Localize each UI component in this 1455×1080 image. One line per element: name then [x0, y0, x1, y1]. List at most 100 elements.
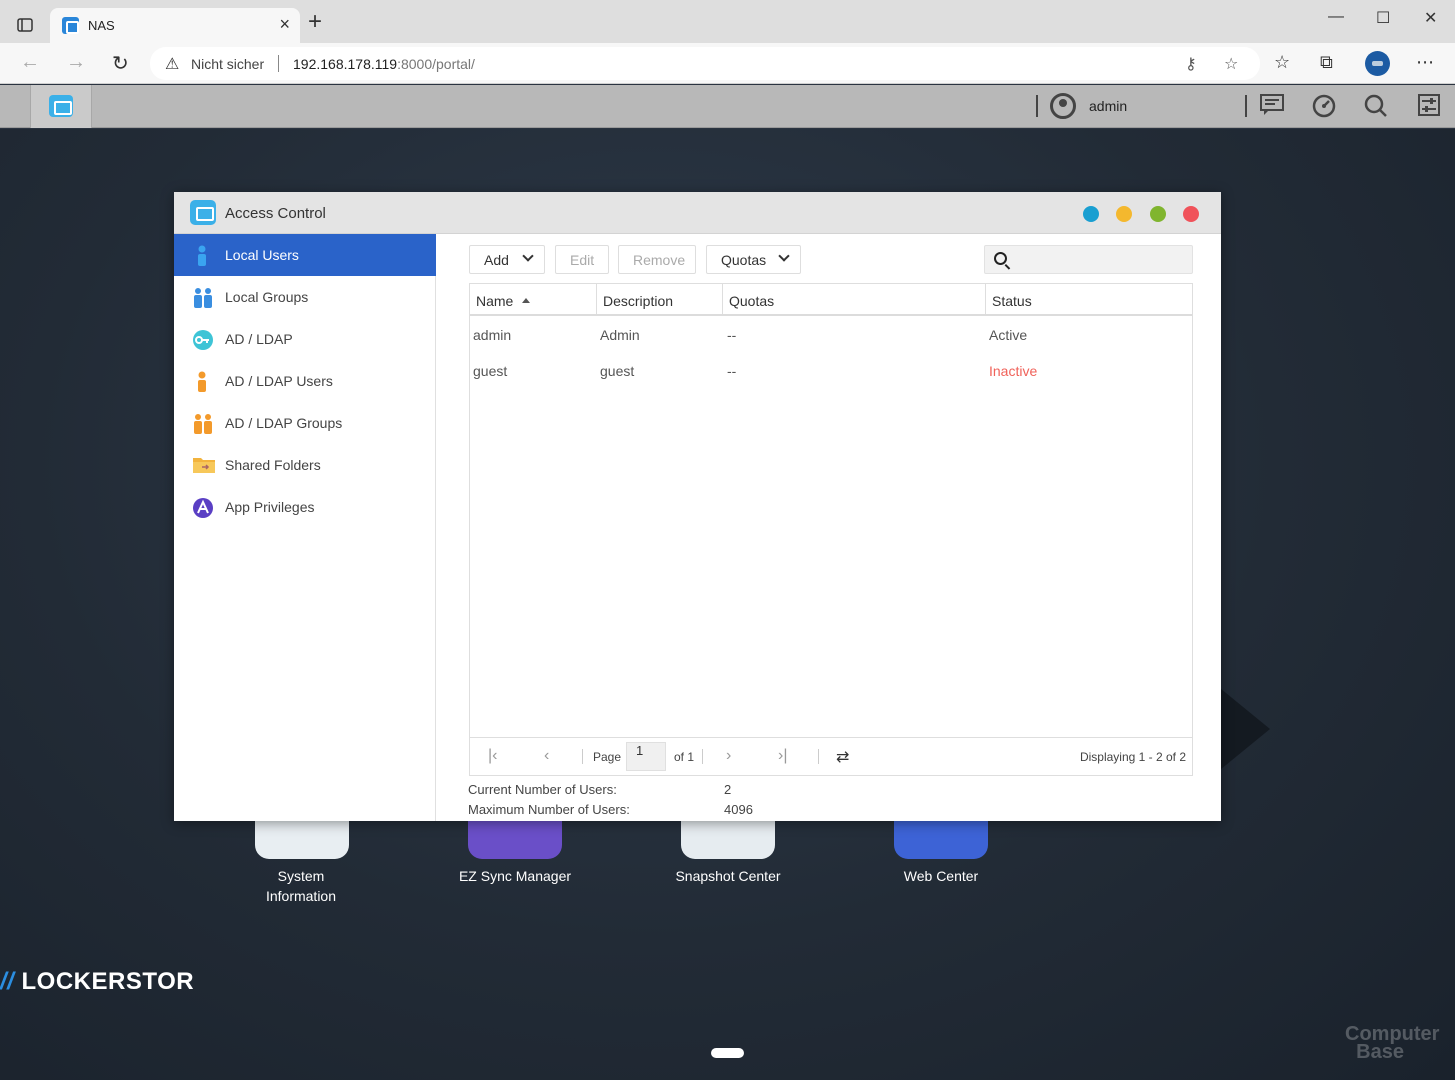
- browser-tab[interactable]: NAS ×: [50, 8, 300, 43]
- profile-avatar[interactable]: [1365, 51, 1390, 76]
- desktop-page-indicator[interactable]: [711, 1048, 744, 1058]
- cell-quotas: --: [727, 363, 737, 379]
- window-close-button[interactable]: [1183, 206, 1199, 222]
- page-number-input[interactable]: 1: [626, 742, 666, 771]
- window-help-button[interactable]: [1083, 206, 1099, 222]
- page-count-label: of 1: [674, 750, 695, 764]
- pager-separator: [702, 749, 703, 764]
- minimize-icon[interactable]: —: [1328, 8, 1344, 26]
- window-maximize-button[interactable]: [1150, 206, 1166, 222]
- cell-name: guest: [473, 363, 508, 379]
- web-center-app-icon[interactable]: [894, 819, 988, 859]
- sidebar-item-shared-folders[interactable]: Shared Folders: [174, 444, 436, 486]
- system-information-app-icon[interactable]: [255, 819, 349, 859]
- quotas-button-label: Quotas: [721, 251, 767, 268]
- sidebar-item-app-privileges[interactable]: App Privileges: [174, 486, 436, 528]
- next-page-icon[interactable]: ›: [726, 747, 731, 765]
- ldap-group-icon: [192, 413, 212, 434]
- first-page-icon[interactable]: |‹: [488, 747, 497, 765]
- sidebar-item-local-groups[interactable]: Local Groups: [174, 276, 436, 318]
- tab-actions-icon[interactable]: [12, 12, 38, 38]
- add-button[interactable]: Add: [469, 245, 545, 274]
- remove-button[interactable]: Remove: [618, 245, 696, 274]
- warning-icon: ⚠: [165, 56, 180, 73]
- table-row[interactable]: guest guest -- Inactive: [470, 352, 1192, 388]
- web-center-label[interactable]: Web Center: [861, 866, 1021, 886]
- sidebar-item-local-users[interactable]: Local Users: [174, 234, 436, 276]
- taskbar-access-control-button[interactable]: [30, 85, 92, 128]
- window-title: Access Control: [225, 205, 326, 222]
- maximize-icon[interactable]: ☐: [1376, 8, 1390, 28]
- column-header-description[interactable]: Description: [597, 284, 723, 314]
- logo-slash-mark: //: [0, 968, 15, 995]
- collections-icon[interactable]: ⧉: [1320, 52, 1333, 73]
- cell-quotas: --: [727, 327, 737, 343]
- system-information-label[interactable]: System Information: [221, 866, 381, 906]
- sidebar-item-label: Local Users: [225, 247, 299, 263]
- window-header[interactable]: Access Control: [174, 192, 1221, 234]
- cell-status: Active: [989, 327, 1028, 343]
- previous-page-icon[interactable]: ‹: [544, 747, 549, 765]
- sidebar-item-ad-ldap-users[interactable]: AD / LDAP Users: [174, 360, 436, 402]
- lockerstor-logo: // LOCKERSTOR: [0, 968, 194, 996]
- edit-button[interactable]: Edit: [555, 245, 609, 274]
- sidebar-item-label: App Privileges: [225, 499, 315, 515]
- address-field[interactable]: ⚠ Nicht sicher 192.168.178.119:8000/port…: [150, 47, 1260, 80]
- close-tab-icon[interactable]: ×: [279, 14, 290, 35]
- forward-icon[interactable]: →: [66, 51, 86, 74]
- app-privileges-icon: [192, 497, 213, 518]
- search-icon[interactable]: [1364, 94, 1388, 124]
- column-header-label: Name: [476, 293, 514, 309]
- key-icon[interactable]: ⚷: [1185, 54, 1197, 74]
- refresh-icon[interactable]: ⇄: [836, 747, 849, 767]
- access-control-icon: [190, 200, 216, 225]
- topbar-username[interactable]: admin: [1089, 98, 1127, 114]
- more-menu-icon[interactable]: ⋯: [1416, 52, 1434, 73]
- users-table: Name Description Quotas Status admin Adm…: [469, 283, 1193, 738]
- search-box[interactable]: [984, 245, 1193, 274]
- notifications-icon[interactable]: [1260, 94, 1284, 122]
- sidebar-item-ad-ldap-groups[interactable]: AD / LDAP Groups: [174, 402, 436, 444]
- current-users-value: 2: [724, 782, 732, 797]
- snapshot-center-label[interactable]: Snapshot Center: [648, 866, 808, 886]
- cell-description: Admin: [600, 327, 640, 343]
- column-header-quotas[interactable]: Quotas: [723, 284, 986, 314]
- sidebar-item-label: AD / LDAP Users: [225, 373, 333, 389]
- sidebar: Local Users Local Groups AD / LDAP AD / …: [174, 234, 436, 821]
- sort-ascending-icon: [522, 297, 531, 303]
- users-group-icon: [192, 287, 212, 308]
- topbar-divider: [1036, 95, 1038, 117]
- max-users-label: Maximum Number of Users:: [468, 802, 630, 817]
- add-favorite-icon[interactable]: ☆: [1224, 54, 1238, 74]
- back-icon[interactable]: ←: [20, 51, 40, 74]
- url-text[interactable]: 192.168.178.119:8000/portal/: [293, 56, 475, 72]
- column-header-name[interactable]: Name: [470, 284, 597, 314]
- ez-sync-manager-label[interactable]: EZ Sync Manager: [435, 866, 595, 886]
- favorites-icon[interactable]: ☆: [1274, 52, 1290, 73]
- access-control-window: Access Control Local Users Local Groups …: [174, 192, 1221, 821]
- sidebar-item-label: Shared Folders: [225, 457, 321, 473]
- reload-icon[interactable]: ↻: [112, 51, 129, 76]
- quotas-button[interactable]: Quotas: [706, 245, 801, 274]
- table-row[interactable]: admin Admin -- Active: [470, 316, 1192, 352]
- chevron-down-icon: [778, 250, 790, 262]
- url-separator: [278, 55, 279, 72]
- user-avatar-icon[interactable]: [1050, 93, 1076, 119]
- window-close-icon[interactable]: ✕: [1424, 8, 1437, 28]
- topbar-divider: [1245, 95, 1247, 117]
- settings-sliders-icon[interactable]: [1418, 94, 1440, 122]
- sidebar-item-label: AD / LDAP: [225, 331, 293, 347]
- security-label[interactable]: Nicht sicher: [191, 56, 264, 72]
- resource-monitor-icon[interactable]: [1312, 94, 1336, 124]
- sidebar-item-ad-ldap[interactable]: AD / LDAP: [174, 318, 436, 360]
- ez-sync-manager-app-icon[interactable]: [468, 819, 562, 859]
- window-minimize-button[interactable]: [1116, 206, 1132, 222]
- column-header-status[interactable]: Status: [986, 284, 1192, 314]
- table-header: Name Description Quotas Status: [470, 284, 1192, 316]
- last-page-icon[interactable]: ›|: [778, 747, 787, 765]
- desktop-decoration: [1215, 684, 1270, 774]
- snapshot-center-app-icon[interactable]: [681, 819, 775, 859]
- chevron-down-icon: [522, 250, 534, 262]
- search-input[interactable]: [1015, 250, 1185, 270]
- new-tab-icon[interactable]: +: [308, 8, 322, 36]
